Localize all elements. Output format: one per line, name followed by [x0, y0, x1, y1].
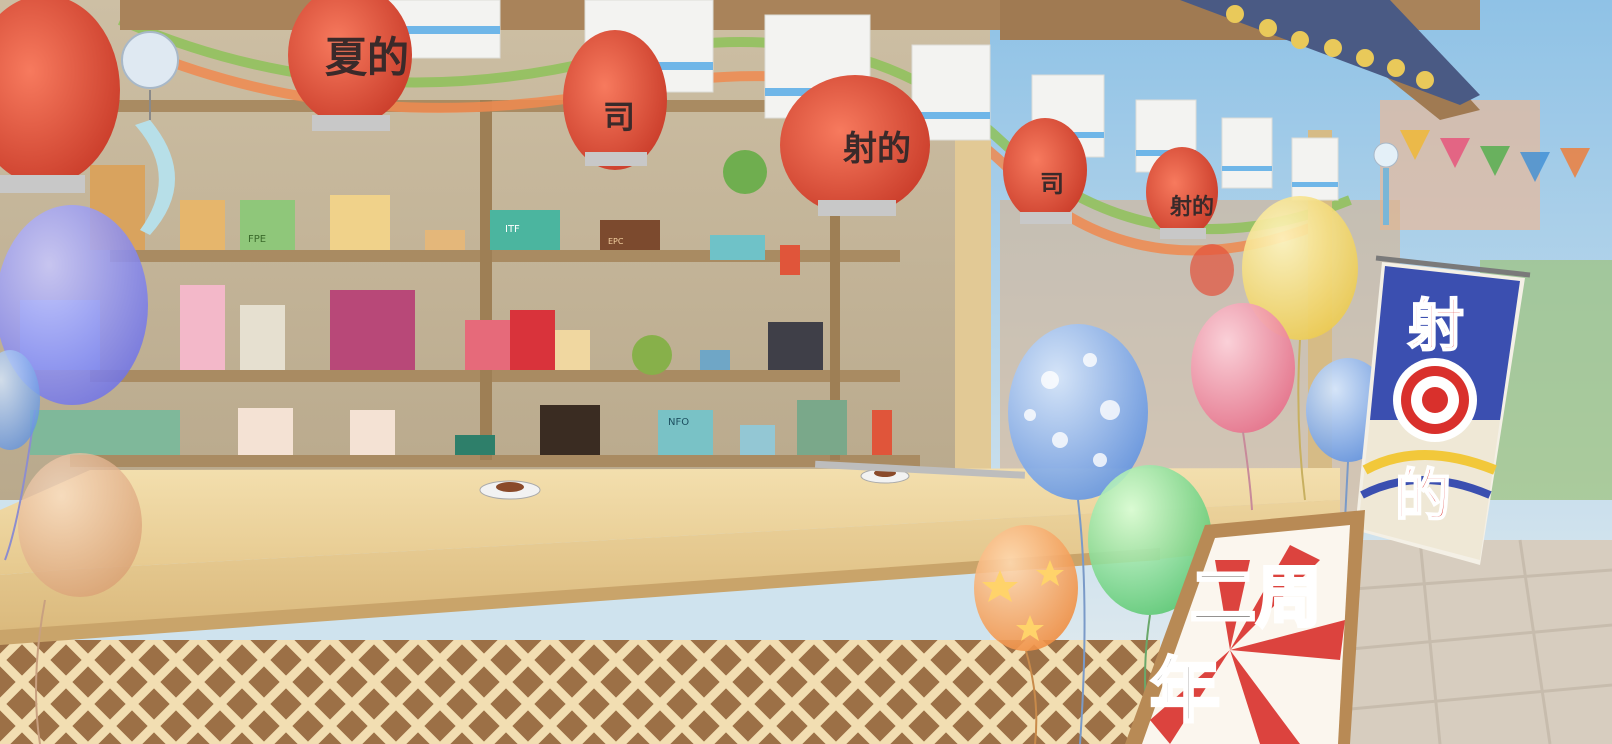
lantern-6-label: 射的	[1169, 194, 1214, 220]
scene-illustration: FPE ITF NFO EPC 夏的 司 射的 司 射的 射 的 二周 年	[0, 0, 1612, 744]
ball-prize	[632, 335, 672, 375]
lantern-2-label: 夏的	[325, 33, 409, 82]
lantern-3-label: 司	[603, 98, 635, 136]
lantern-4-label: 射的	[843, 129, 911, 169]
anniversary-line-1: 二周	[1190, 558, 1322, 636]
lantern-3: 司	[563, 30, 667, 170]
box-label-itf: ITF	[505, 224, 520, 235]
lantern-4: 射的	[780, 75, 930, 216]
banner-bottom-text: 的	[1395, 463, 1451, 529]
box-label-epc: EPC	[608, 237, 624, 246]
target-icon	[1393, 358, 1477, 442]
box-label-fpe: FPE	[248, 234, 266, 245]
stall-post-left	[955, 140, 991, 500]
banner-top-text: 射	[1408, 293, 1464, 359]
anniversary-line-2: 年	[1150, 649, 1220, 732]
festival-stall-scene: FPE ITF NFO EPC 夏的 司 射的 司 射的 射 的 二周 年	[0, 0, 1612, 744]
box-label-nfo: NFO	[668, 417, 689, 428]
lantern-5-label: 司	[1040, 169, 1064, 198]
green-ball-prize	[723, 150, 767, 194]
